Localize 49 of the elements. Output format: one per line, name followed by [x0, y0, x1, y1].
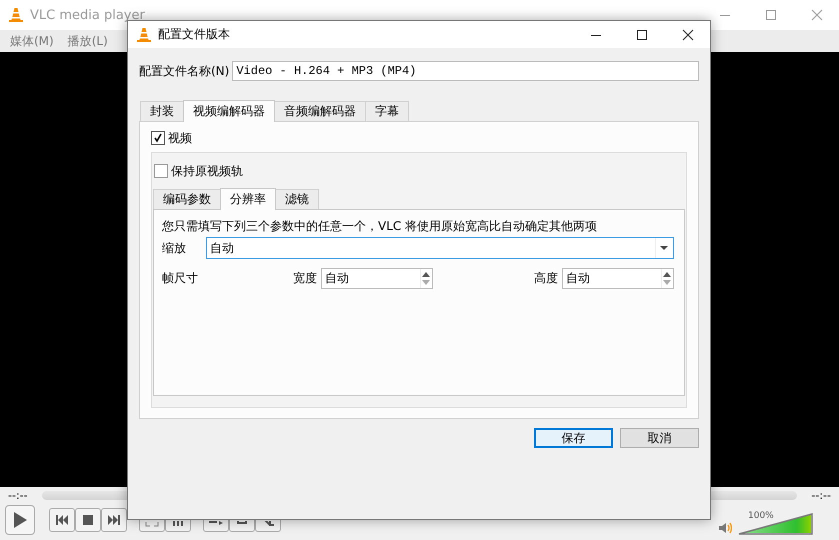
menu-item[interactable]: 播放(L)	[68, 32, 108, 50]
stop-icon	[80, 512, 96, 528]
play-icon	[13, 512, 27, 528]
next-button[interactable]	[101, 508, 127, 532]
tab[interactable]: 音频编解码器	[274, 101, 366, 121]
field-label: 配置文件名称(N)	[139, 62, 230, 80]
maximize-icon[interactable]	[636, 28, 648, 40]
menu-item[interactable]: 媒体(M)	[10, 32, 54, 50]
field-label: 缩放	[162, 240, 187, 256]
dialog-button[interactable]: 取消	[620, 428, 699, 448]
checkbox[interactable]	[154, 164, 168, 178]
tab[interactable]: 字幕	[365, 101, 409, 121]
fullscreen-icon	[144, 521, 160, 528]
tab[interactable]: 视频编解码器	[183, 100, 275, 122]
tab[interactable]: 滤镜	[275, 189, 319, 209]
spinner-arrows-icon[interactable]	[661, 269, 673, 288]
close-icon[interactable]	[682, 28, 694, 40]
profile-name-field[interactable]: Video - H.264 + MP3 (MP4)	[232, 61, 699, 81]
playlist-icon	[208, 521, 224, 528]
speaker-icon[interactable]	[718, 521, 732, 535]
tab[interactable]: 编码参数	[153, 189, 221, 209]
hint-text: 您只需填写下列三个参数中的任意一个，VLC 将使用原始宽高比自动确定其他两项	[162, 218, 598, 234]
traffic-cone-icon	[8, 7, 24, 23]
volume-slider[interactable]: 100%	[738, 513, 813, 535]
equalizer-icon	[170, 521, 186, 528]
window-title: VLC media player	[30, 8, 146, 22]
spin-box[interactable]: 自动	[321, 268, 433, 289]
field-label: 帧尺寸	[162, 270, 199, 287]
volume-reading: 100%	[748, 511, 774, 521]
total-time: --:--	[811, 488, 831, 502]
spin-box[interactable]: 自动	[562, 268, 674, 289]
stop-button[interactable]	[75, 508, 101, 532]
previous-button[interactable]	[49, 508, 75, 532]
scale-dropdown[interactable]: 自动	[206, 237, 674, 259]
previous-icon	[54, 512, 70, 528]
checkbox-label: 视频	[168, 130, 192, 146]
checkbox[interactable]	[151, 131, 165, 145]
traffic-cone-icon	[136, 26, 152, 42]
tab[interactable]: 分辨率	[220, 188, 276, 210]
dialog-title: 配置文件版本	[158, 26, 231, 43]
spinner-arrows-icon[interactable]	[420, 269, 432, 288]
checkbox-label: 保持原视频轨	[171, 162, 243, 180]
dialog-button[interactable]: 保存	[534, 428, 613, 448]
tab[interactable]: 封装	[140, 101, 184, 121]
elapsed-time: --:--	[8, 488, 28, 502]
play-button[interactable]	[5, 505, 35, 535]
field-label: 高度	[534, 270, 558, 287]
field-label: 宽度	[293, 270, 317, 287]
next-icon	[106, 512, 122, 528]
